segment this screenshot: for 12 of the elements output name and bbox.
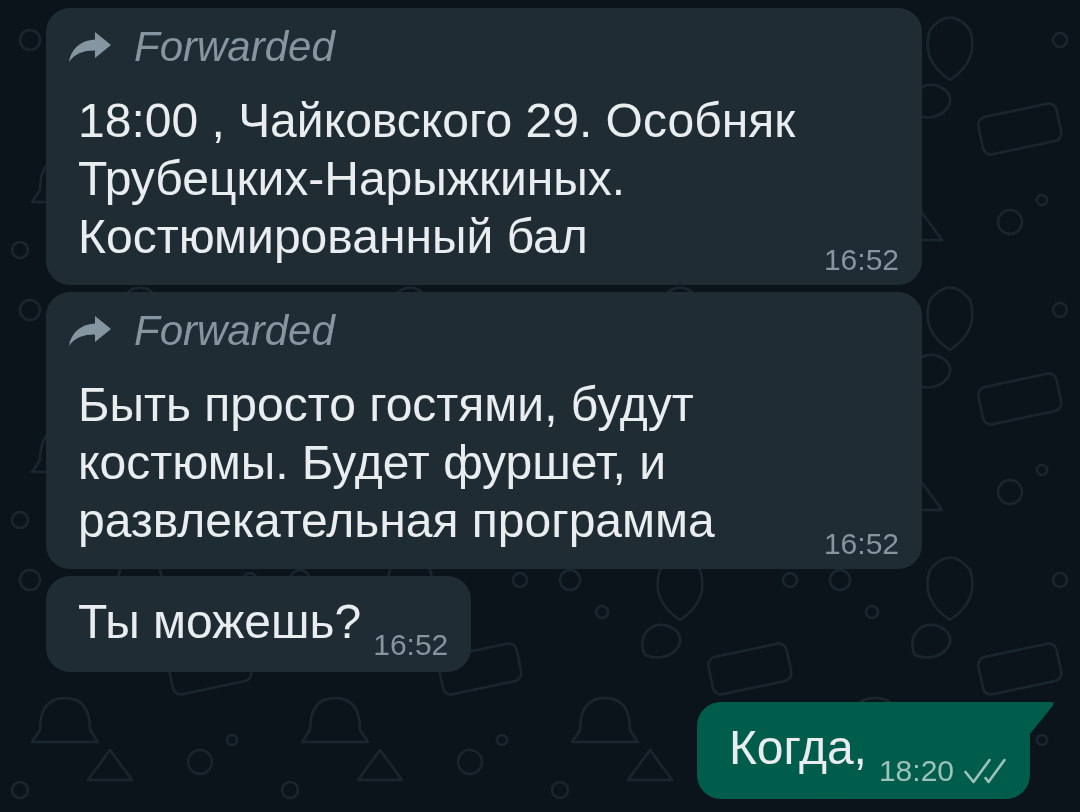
forward-arrow-icon bbox=[68, 31, 112, 63]
message-text: Когда, bbox=[728, 720, 867, 776]
message-time: 18:20 bbox=[878, 753, 954, 789]
message-text: Ты можешь? bbox=[78, 594, 362, 650]
message-time: 16:52 bbox=[823, 242, 899, 278]
forwarded-label: Forwarded bbox=[134, 22, 335, 72]
message-text: Быть просто гостями, будут костюмы. Будет фуршет, и развлекательная программа bbox=[78, 377, 716, 549]
forward-arrow-icon bbox=[68, 315, 112, 347]
message-text: 18:00 , Чайковского 29. Особняк Трубецких-Нарыжкиных. Костюмированный бал bbox=[78, 93, 797, 265]
message-time: 16:52 bbox=[373, 627, 449, 663]
message-time: 16:52 bbox=[823, 526, 899, 562]
forwarded-label: Forwarded bbox=[134, 306, 335, 356]
